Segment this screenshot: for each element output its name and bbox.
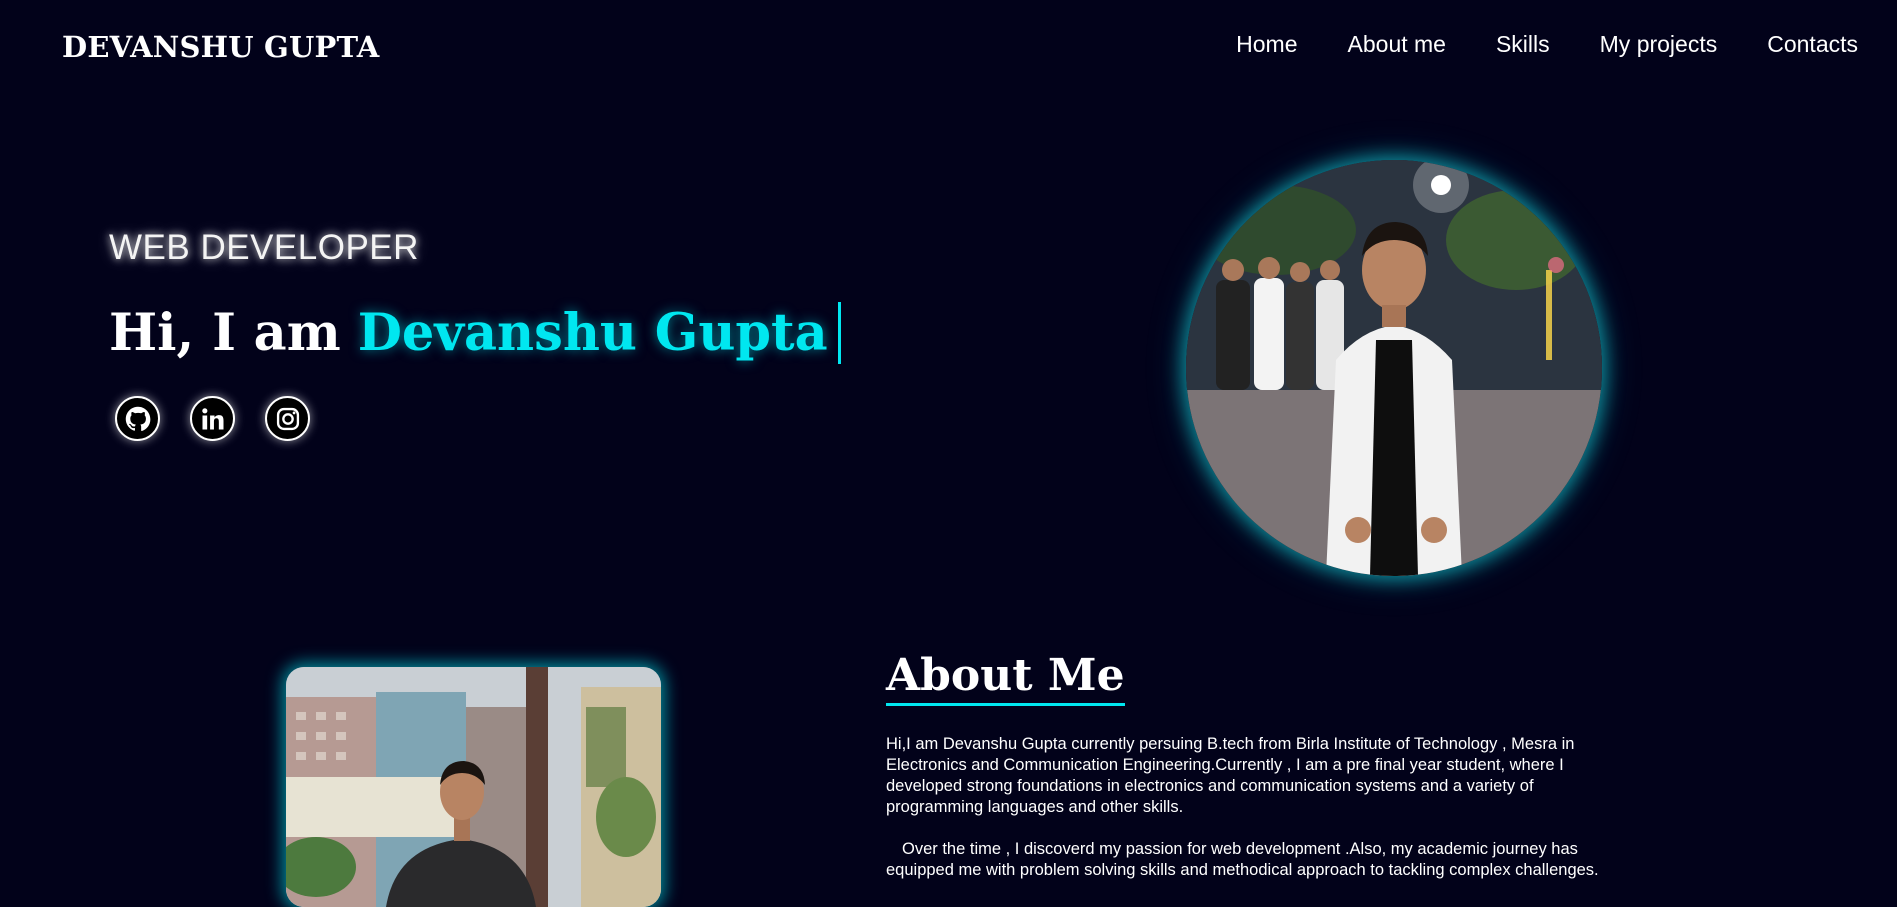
hero-name: Devanshu Gupta	[357, 303, 828, 363]
github-link[interactable]	[115, 396, 160, 441]
about-paragraph-1: Hi,I am Devanshu Gupta currently persuin…	[886, 735, 1575, 816]
typing-cursor	[837, 302, 841, 364]
about-title: About Me	[886, 650, 1125, 706]
instagram-link[interactable]	[265, 396, 310, 441]
nav-links: Home About me Skills My projects Contact…	[1236, 31, 1858, 58]
hero-heading: Hi, I am Devanshu Gupta	[109, 302, 841, 364]
brand-logo[interactable]: DEVANSHU GUPTA	[62, 30, 379, 64]
linkedin-icon	[201, 407, 223, 429]
social-links	[115, 396, 310, 441]
about-text: Hi,I am Devanshu Gupta currently persuin…	[886, 734, 1626, 902]
profile-photo-illustration	[1186, 160, 1602, 576]
nav-link-skills[interactable]: Skills	[1496, 31, 1550, 58]
hero-greeting: Hi, I am	[109, 303, 341, 363]
nav-link-home[interactable]: Home	[1236, 31, 1297, 58]
profile-photo	[1186, 160, 1602, 576]
about-photo	[286, 667, 661, 907]
linkedin-link[interactable]	[190, 396, 235, 441]
top-navbar: DEVANSHU GUPTA Home About me Skills My p…	[0, 0, 1897, 96]
hero-role: WEB DEVELOPER	[109, 228, 419, 267]
nav-link-projects[interactable]: My projects	[1600, 31, 1718, 58]
about-paragraph-2: Over the time , I discoverd my passion f…	[886, 840, 1599, 879]
instagram-icon	[276, 407, 299, 430]
nav-link-contacts[interactable]: Contacts	[1767, 31, 1858, 58]
nav-link-about[interactable]: About me	[1348, 31, 1446, 58]
github-icon	[125, 406, 150, 431]
about-photo-illustration	[286, 667, 661, 907]
